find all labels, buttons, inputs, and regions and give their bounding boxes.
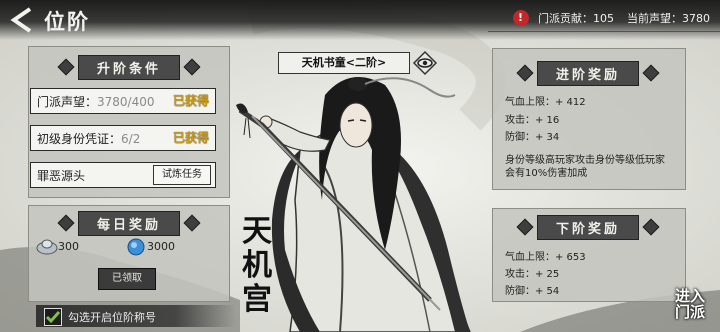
game-screen: 位阶 ! 门派贡献：105 当前声望：3780 升阶条件 门派声望：3780/4…	[0, 0, 720, 332]
trial-task-button[interactable]: 试炼任务	[153, 165, 211, 185]
ornament-icon	[516, 218, 534, 236]
silver-ingot-icon	[36, 239, 58, 255]
sect-contribution: 门派贡献：105	[538, 12, 614, 25]
page-title: 位阶	[44, 10, 90, 34]
obtained-badge: 已获得	[172, 131, 209, 145]
ornament-icon	[183, 214, 201, 232]
next-hp: 气血上限：+ 653	[505, 252, 586, 263]
requirement-crime: 罪恶源头 试炼任务	[30, 162, 216, 188]
requirement-label: 初级身份凭证：	[37, 132, 122, 146]
alert-icon[interactable]: !	[512, 10, 529, 26]
requirement-label: 门派声望：	[37, 95, 98, 109]
requirement-label: 罪恶源头	[37, 169, 86, 183]
silver-amount: 300	[58, 240, 79, 253]
divider	[488, 31, 720, 32]
next-reward-title: 下阶奖励	[496, 214, 680, 240]
requirement-fame: 门派声望：3780/400 已获得	[30, 88, 216, 114]
next-attack: 攻击：+ 25	[505, 269, 560, 280]
obtained-badge: 已获得	[172, 94, 209, 108]
advance-note: 会有10%伤害加成	[505, 168, 588, 179]
requirement-value: 3780/400	[97, 95, 155, 109]
claimed-button[interactable]: 已领取	[98, 268, 156, 290]
checkbox-label: 勾选开启位阶称号	[68, 311, 156, 324]
ornament-icon	[183, 58, 201, 76]
checkmark-icon	[45, 311, 61, 324]
gem-amount: 3000	[147, 240, 175, 253]
enter-label: 门派	[674, 303, 705, 321]
advance-attack: 攻击：+ 16	[505, 115, 560, 126]
next-defense: 防御：+ 54	[505, 286, 560, 297]
currency-info: ! 门派贡献：105 当前声望：3780	[512, 10, 710, 26]
ornament-icon	[642, 218, 660, 236]
ornament-icon	[57, 214, 75, 232]
daily-reward-title: 每日奖励	[36, 210, 222, 236]
requirement-identity: 初级身份凭证：6/2 已获得	[30, 125, 216, 151]
ornament-icon	[57, 58, 75, 76]
advance-hp: 气血上限：+ 412	[505, 97, 586, 108]
ornament-icon	[516, 64, 534, 82]
title-checkbox[interactable]	[44, 308, 62, 326]
advance-defense: 防御：+ 34	[505, 132, 560, 143]
advance-reward-title: 进阶奖励	[496, 60, 680, 86]
ornament-icon	[642, 64, 660, 82]
back-arrow-icon[interactable]	[6, 3, 40, 37]
eye-icon[interactable]	[412, 50, 438, 76]
enter-label: 进入	[674, 287, 705, 305]
enter-sect-button[interactable]: 进入 门派	[668, 288, 712, 320]
requirement-value: 6/2	[121, 132, 141, 146]
gem-icon	[127, 238, 145, 256]
requirements-title: 升阶条件	[36, 54, 222, 80]
sect-name: 天机宫	[242, 214, 272, 317]
rank-name: 天机书童<二阶>	[278, 52, 410, 74]
current-fame: 当前声望：3780	[627, 12, 710, 25]
